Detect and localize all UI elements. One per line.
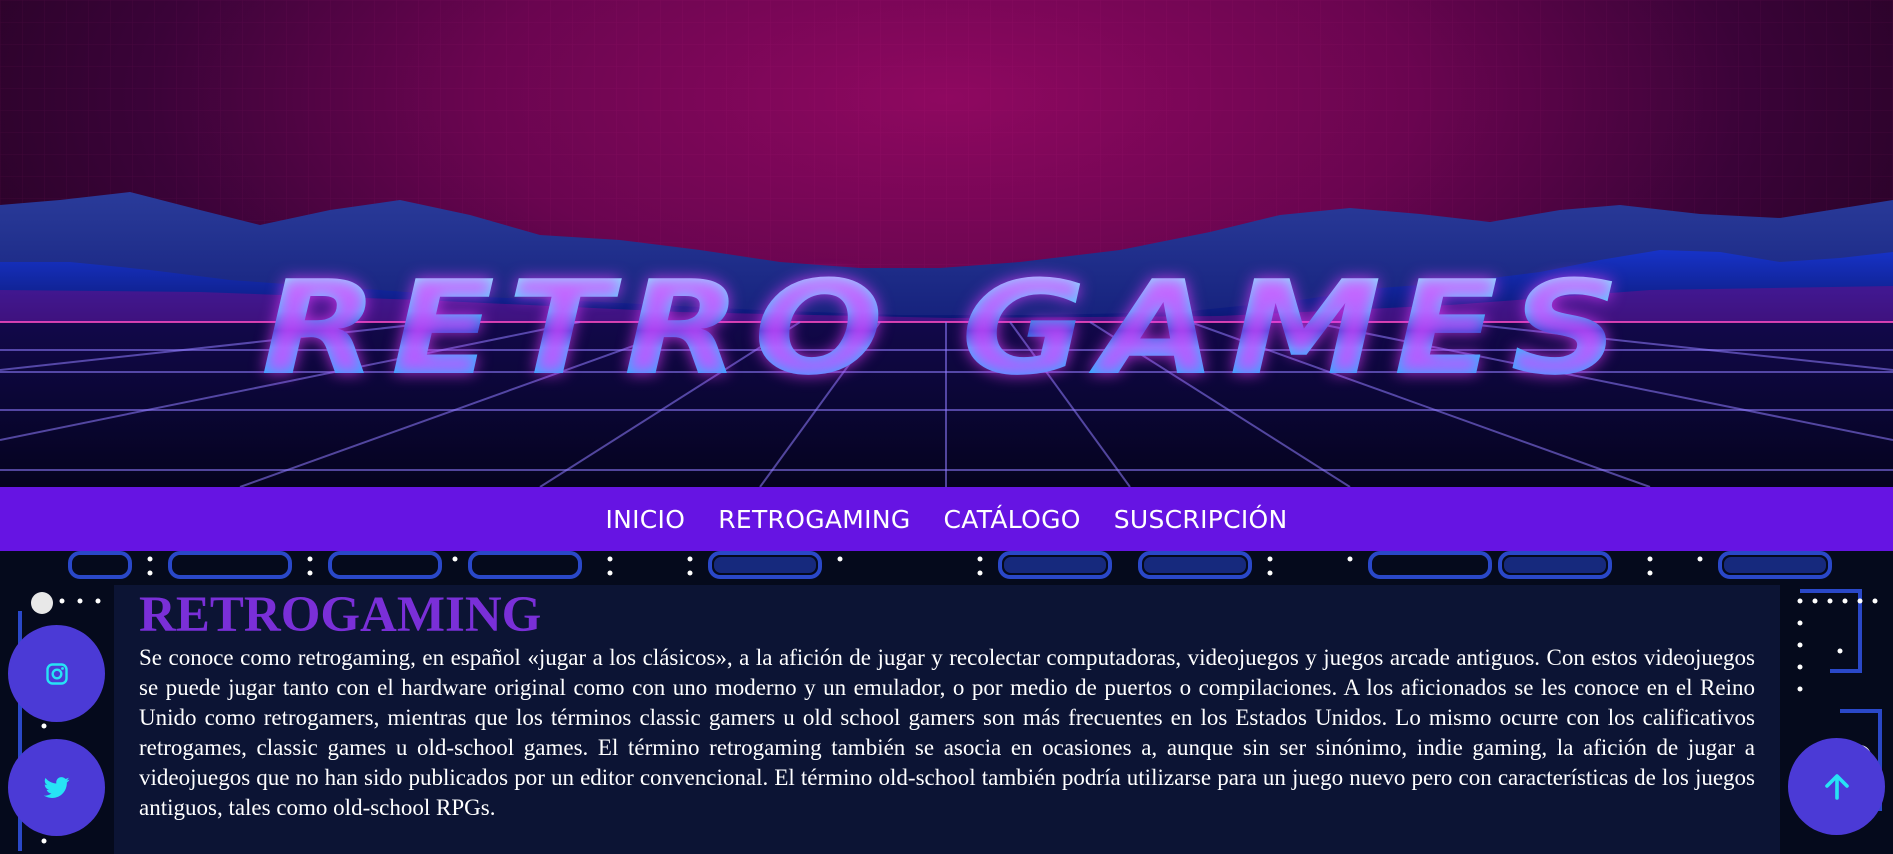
nav-link-retrogaming[interactable]: RETROGAMING xyxy=(718,505,910,534)
synthwave-scene xyxy=(0,0,1893,487)
main-nav: INICIO RETROGAMING CATÁLOGO SUSCRIPCIÓN xyxy=(0,487,1893,551)
section-body: Se conoce como retrogaming, en español «… xyxy=(139,645,1755,820)
nav-link-inicio[interactable]: INICIO xyxy=(605,505,685,534)
instagram-button[interactable] xyxy=(8,625,105,722)
twitter-button[interactable] xyxy=(8,739,105,836)
scroll-to-top-button[interactable] xyxy=(1788,738,1885,835)
instagram-icon xyxy=(45,662,68,685)
site-logo-title: RETRO GAMES xyxy=(0,258,1893,398)
twitter-icon xyxy=(43,776,69,798)
nav-link-catalogo[interactable]: CATÁLOGO xyxy=(944,505,1081,534)
content-panel: RETROGAMING Se conoce como retrogaming, … xyxy=(114,585,1780,854)
hero-banner: RETRO GAMES xyxy=(0,0,1893,487)
section-heading: RETROGAMING xyxy=(139,587,542,643)
arrow-up-icon xyxy=(1824,773,1849,800)
nav-link-suscripcion[interactable]: SUSCRIPCIÓN xyxy=(1114,505,1288,534)
